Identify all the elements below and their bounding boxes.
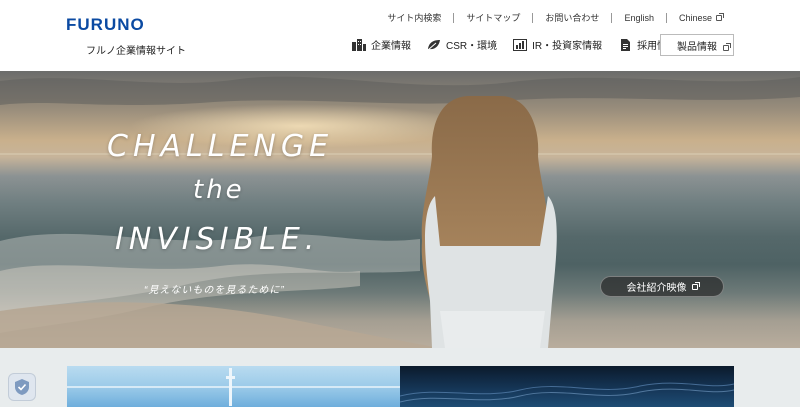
site-header: FURUNO フルノ企業情報サイト サイト内検索 サイトマップ お問い合わせ E…	[0, 0, 800, 71]
hero-title-line2: the	[193, 175, 245, 205]
hero-image	[0, 76, 800, 348]
shield-check-icon	[15, 379, 29, 395]
util-link-label: サイトマップ	[466, 13, 521, 23]
util-link-label: お問い合わせ	[545, 13, 600, 23]
util-link-label: Chinese	[678, 13, 712, 23]
feature-card-right[interactable]	[400, 366, 734, 407]
feature-card-left[interactable]	[67, 366, 400, 407]
privacy-shield-button[interactable]	[8, 373, 36, 401]
hero-title-line1: CHALLENGE	[107, 129, 334, 164]
main-nav: 企業情報 CSR・環境 IR・投資家情報 採用情報	[352, 37, 693, 52]
chart-icon	[513, 38, 528, 51]
util-link-sitemap[interactable]: サイトマップ	[453, 13, 532, 23]
util-link-chinese[interactable]: Chinese	[665, 13, 734, 23]
util-link-contact[interactable]: お問い合わせ	[532, 13, 611, 23]
tower-icon	[226, 368, 235, 406]
product-button-label: 製品情報	[677, 41, 717, 53]
furuno-logo[interactable]: FURUNO	[66, 15, 145, 35]
hero-banner: CHALLENGE the INVISIBLE. “見えないものを見るために” …	[0, 71, 800, 348]
util-link-english[interactable]: English	[611, 13, 666, 23]
hero-title-line3: INVISIBLE.	[115, 222, 320, 257]
util-link-label: サイト内検索	[387, 13, 442, 23]
nav-item-label: 企業情報	[371, 41, 411, 52]
document-icon	[621, 38, 631, 51]
nav-item-company[interactable]: 企業情報	[352, 37, 411, 52]
utility-nav: サイト内検索 サイトマップ お問い合わせ English Chinese	[375, 13, 734, 23]
card-horizon	[67, 386, 400, 388]
video-button-label: 会社紹介映像	[626, 283, 687, 294]
external-link-icon	[716, 13, 724, 21]
leaf-icon	[427, 39, 440, 50]
external-link-icon	[691, 281, 700, 290]
nav-item-ir[interactable]: IR・投資家情報	[513, 37, 602, 52]
product-info-button[interactable]: 製品情報	[660, 34, 734, 56]
util-link-search[interactable]: サイト内検索	[375, 13, 453, 23]
util-link-label: English	[624, 13, 654, 23]
wave-pattern-icon	[400, 382, 734, 403]
site-name[interactable]: フルノ企業情報サイト	[86, 42, 186, 57]
feature-section	[0, 348, 800, 407]
nav-item-label: IR・投資家情報	[532, 41, 603, 52]
hero-caption: “見えないものを見るために”	[144, 285, 285, 296]
external-link-icon	[723, 43, 731, 51]
nav-item-label: CSR・環境	[446, 41, 498, 52]
nav-item-csr[interactable]: CSR・環境	[427, 37, 497, 52]
building-icon	[352, 38, 366, 51]
company-video-button[interactable]: 会社紹介映像	[600, 276, 724, 297]
